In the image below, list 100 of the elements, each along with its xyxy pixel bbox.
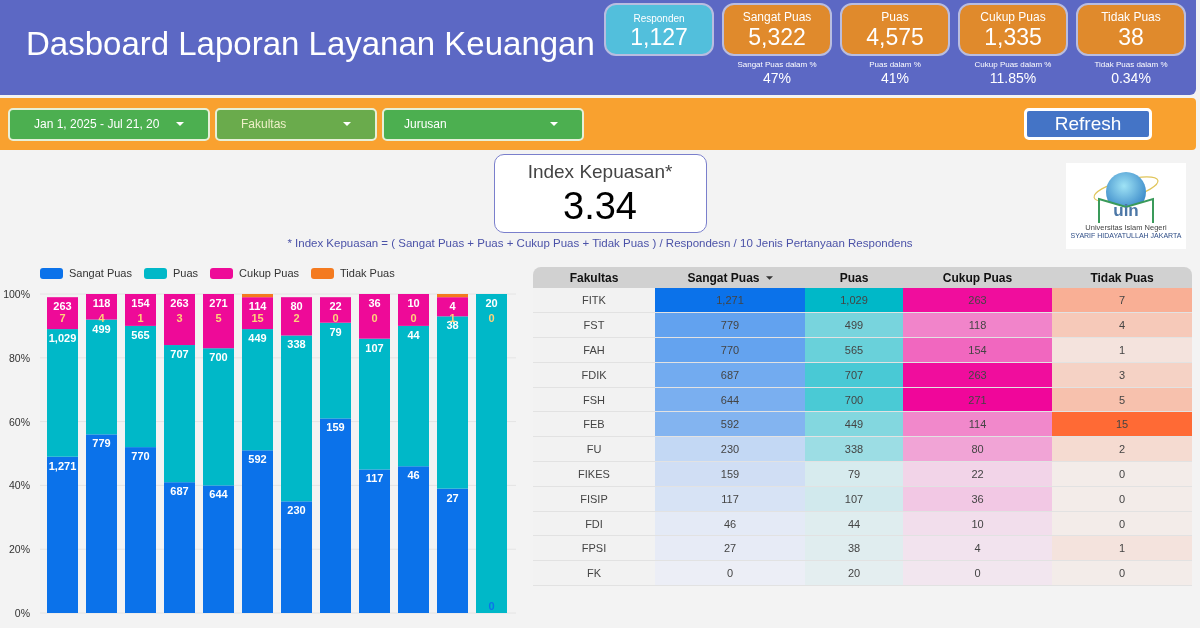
legend-item: Sangat Puas [40, 267, 132, 279]
table-cell: 1,029 [805, 288, 903, 313]
data-label: 4 [449, 300, 456, 313]
table-cell: 38 [805, 535, 903, 561]
table-cell: 4 [903, 535, 1052, 561]
share-label: Puas dalam % [869, 60, 921, 69]
table-cell: 770 [655, 337, 805, 363]
axis-label: 0% [14, 607, 30, 619]
data-label: 700 [209, 351, 228, 364]
refresh-button[interactable]: Refresh [1024, 108, 1152, 140]
data-label: 159 [326, 421, 345, 434]
table-cell: 27 [655, 535, 805, 561]
table-cell: 0 [655, 560, 805, 586]
table-cell: 107 [805, 486, 903, 512]
share-label: Cukup Puas dalam % [974, 60, 1052, 69]
table-cell: 114 [903, 412, 1052, 437]
data-label: 5 [215, 312, 222, 324]
data-label: 1,029 [48, 332, 77, 345]
table-cell: 565 [805, 337, 903, 363]
data-label: 0 [488, 312, 495, 324]
table-cell: 0 [903, 560, 1052, 586]
logo-mark: uin [1112, 202, 1140, 220]
table-cell: 46 [655, 511, 805, 536]
index-label: Index Kepuasan* [527, 161, 673, 183]
table-cell: 3 [1052, 362, 1192, 388]
data-label: 0 [488, 600, 495, 612]
table-cell: 271 [903, 387, 1052, 412]
kpi-value: 38 [1118, 24, 1144, 50]
data-label: 3 [176, 312, 183, 324]
axis-label: 20% [9, 543, 30, 556]
kpi-value: 4,575 [866, 24, 924, 50]
column-header[interactable]: Sangat Puas [655, 267, 805, 288]
share-value: 41% [881, 70, 909, 86]
table-cell: 1 [1052, 337, 1192, 363]
table-cell: 5 [1052, 387, 1192, 412]
share-value: 47% [763, 70, 791, 86]
data-label: 1 [137, 312, 144, 324]
table-cell: 44 [805, 511, 903, 536]
column-header[interactable]: Puas [805, 267, 903, 288]
table-cell: 20 [805, 560, 903, 586]
share-label: Tidak Puas dalam % [1094, 60, 1168, 69]
data-label: 80 [290, 300, 303, 313]
table-cell: 449 [805, 412, 903, 437]
kpi-label: Responden [633, 13, 685, 24]
column-header[interactable]: Cukup Puas [903, 267, 1052, 288]
table-cell: FU [533, 436, 655, 462]
table-cell: 263 [903, 362, 1052, 388]
kpi-label: Tidak Puas [1101, 10, 1161, 24]
table-cell: FDI [533, 511, 655, 536]
kpi-label: Puas [881, 10, 909, 24]
dashboard-title: Dasboard Laporan Layanan Keuangan [26, 25, 595, 63]
table-cell: 707 [805, 362, 903, 388]
kpi-label: Sangat Puas [742, 10, 812, 24]
table-cell: 117 [655, 486, 805, 512]
table-cell: 1,271 [655, 288, 805, 313]
table-cell: FK [533, 560, 655, 586]
table-cell: FSH [533, 387, 655, 412]
share-value: 0.34% [1111, 70, 1151, 86]
table-cell: 0 [1052, 461, 1192, 487]
data-label: 0 [371, 312, 378, 324]
formula-note: * Index Kepuasan = ( Sangat Puas + Puas + Cukup Puas + Tidak Puas ) / Respondesn / 10 Jenis Pertanyaan Respondens [286, 237, 914, 249]
table-cell: FST [533, 312, 655, 338]
data-label: 271 [209, 297, 228, 309]
data-label: 44 [407, 328, 420, 341]
column-header[interactable]: Tidak Puas [1052, 267, 1192, 288]
table-cell: 230 [655, 436, 805, 462]
data-label: 449 [248, 332, 267, 345]
data-label: 118 [92, 297, 111, 309]
legend-item: Puas [144, 267, 199, 279]
table-cell: 15 [1052, 412, 1192, 437]
data-label: 687 [170, 485, 189, 498]
table-cell: 159 [655, 461, 805, 487]
table-cell: 2 [1052, 436, 1192, 462]
data-label: 644 [209, 488, 228, 501]
legend-item: Cukup Puas [210, 267, 299, 279]
data-label: 2 [293, 312, 300, 324]
table-cell: 592 [655, 412, 805, 437]
data-label: 79 [329, 325, 342, 338]
column-header[interactable]: Fakultas [533, 267, 655, 288]
share-label: Sangat Puas dalam % [737, 60, 817, 69]
table-cell: 0 [1052, 560, 1192, 586]
table-cell: 687 [655, 362, 805, 388]
data-label: 1,271 [48, 459, 77, 472]
data-label: 707 [170, 348, 189, 361]
table-cell: 7 [1052, 288, 1192, 313]
data-label: 770 [131, 450, 150, 463]
axis-label: 40% [9, 479, 30, 492]
table-cell: 338 [805, 436, 903, 462]
table-cell: FEB [533, 412, 655, 437]
data-label: 0 [332, 312, 339, 324]
data-label: 107 [365, 341, 384, 354]
axis-label: 80% [9, 351, 30, 364]
data-label: 338 [287, 338, 306, 351]
data-label: 15 [251, 312, 264, 324]
index-value: 3.34 [563, 185, 637, 228]
data-label: 20 [485, 297, 498, 309]
table-cell: 0 [1052, 511, 1192, 536]
data-label: 7 [59, 312, 66, 324]
caret-icon [343, 122, 351, 126]
share-value: 11.85% [989, 70, 1037, 86]
